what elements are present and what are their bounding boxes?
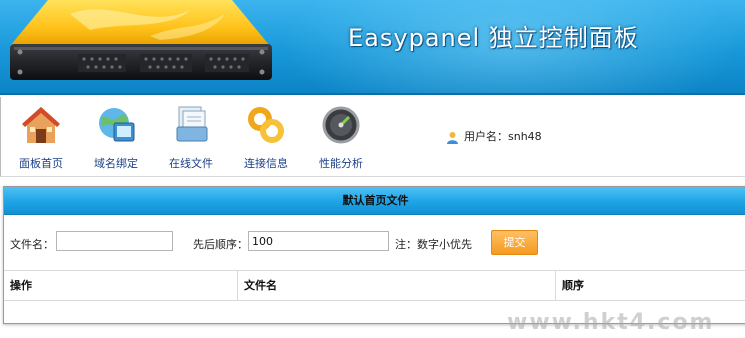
- nav-label-connection-info: 连接信息: [244, 157, 288, 170]
- globe-icon: [99, 108, 135, 142]
- nav-item-online-files[interactable]: 在线文件: [159, 103, 223, 171]
- default-index-panel: 默认首页文件 文件名： 先后顺序： 注：数字小优先 提交 操作 文件名 顺序: [3, 186, 745, 324]
- column-header-filename: 文件名: [237, 271, 555, 300]
- main-nav: 面板首页 域名绑定 在线文件 连接信息 性能分析: [0, 97, 745, 177]
- app-title: Easypanel 独立控制面板: [348, 24, 639, 52]
- header-banner: Easypanel 独立控制面板: [0, 0, 745, 95]
- server-logo-icon: [10, 0, 272, 80]
- order-note: 注：数字小优先: [395, 238, 472, 251]
- order-input[interactable]: [248, 231, 389, 251]
- performance-gauge-icon: [322, 106, 360, 144]
- watermark: www.hkt4.com: [507, 310, 715, 335]
- filename-label: 文件名：: [10, 238, 54, 251]
- submit-button[interactable]: 提交: [491, 230, 538, 255]
- nav-item-home[interactable]: 面板首页: [9, 103, 73, 171]
- file-manager-icon: [176, 106, 208, 142]
- user-icon: [447, 131, 458, 144]
- nav-item-performance[interactable]: 性能分析: [309, 103, 373, 171]
- home-icon: [22, 107, 60, 143]
- panel-title: 默认首页文件: [4, 187, 745, 215]
- nav-label-online-files: 在线文件: [169, 157, 213, 170]
- connection-link-icon: [248, 107, 284, 143]
- filename-input[interactable]: [56, 231, 173, 251]
- nav-item-domain-binding[interactable]: 域名绑定: [84, 103, 148, 171]
- table-header: 操作 文件名 顺序: [4, 270, 745, 301]
- nav-label-home: 面板首页: [19, 157, 63, 170]
- nav-item-connection-info[interactable]: 连接信息: [234, 103, 298, 171]
- nav-label-performance: 性能分析: [319, 157, 363, 170]
- user-info: 用户名：snh48: [446, 128, 542, 144]
- username-text: 用户名：snh48: [464, 130, 542, 143]
- add-index-form: 文件名： 先后顺序： 注：数字小优先 提交: [4, 227, 745, 257]
- nav-label-domain-binding: 域名绑定: [94, 157, 138, 170]
- column-header-action: 操作: [10, 279, 32, 292]
- column-header-order: 顺序: [555, 271, 745, 300]
- order-label: 先后顺序：: [193, 238, 248, 251]
